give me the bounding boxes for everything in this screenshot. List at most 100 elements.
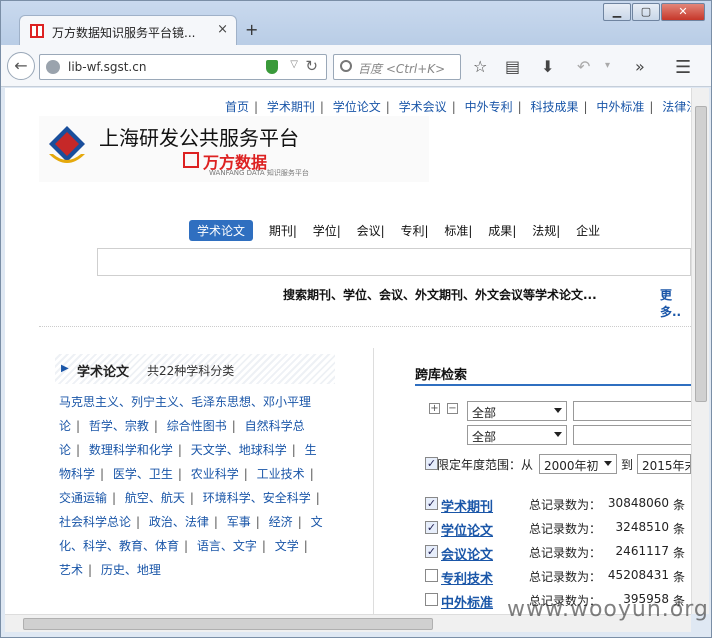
subject-link[interactable]: 哲学、宗教 <box>89 419 149 433</box>
db-checkbox-theses[interactable]: ✓ <box>425 521 438 534</box>
tab-standards[interactable]: 标准| <box>444 222 472 239</box>
subject-link[interactable]: 文学 <box>275 539 299 553</box>
db-checkbox-conference[interactable]: ✓ <box>425 545 438 558</box>
platform-logo-icon <box>49 126 85 163</box>
subject-link[interactable]: 历史、地理 <box>101 563 161 577</box>
watermark: www.wooyun.org <box>507 597 709 622</box>
subject-link[interactable]: 社会科学总论 <box>59 515 131 529</box>
globe-icon <box>46 60 60 74</box>
add-row-icon[interactable]: + <box>429 403 440 414</box>
tab-journals[interactable]: 期刊| <box>269 222 297 239</box>
remove-row-icon[interactable]: − <box>447 403 458 414</box>
address-bar[interactable]: lib-wf.sgst.cn ▽ ↻ <box>39 54 327 80</box>
count-label: 总记录数为： <box>529 522 602 536</box>
subject-link[interactable]: 工业技术 <box>257 467 305 481</box>
tab-close-icon[interactable]: × <box>217 22 228 37</box>
browser-window: 万方数据知识服务平台镜... × + ▁ ▢ ✕ ← lib-wf.sgst.c… <box>0 0 712 638</box>
bookmark-star-icon[interactable]: ☆ <box>473 57 487 76</box>
db-name-theses[interactable]: 学位论文 <box>441 520 493 539</box>
minimize-button[interactable]: ▁ <box>603 3 631 21</box>
db-checkbox-patents[interactable] <box>425 569 438 582</box>
tab-companies[interactable]: 企业 <box>576 222 600 239</box>
search-term-input-2[interactable] <box>573 425 691 445</box>
more-link[interactable]: 更多.. <box>660 286 691 320</box>
tab-patents[interactable]: 专利| <box>401 222 429 239</box>
subject-panel-title: 学术论文 <box>77 365 130 380</box>
db-name-standards[interactable]: 中外标准 <box>441 592 493 611</box>
search-placeholder: 百度 <Ctrl+K> <box>358 62 446 76</box>
maximize-button[interactable]: ▢ <box>632 3 660 21</box>
tab-conferences[interactable]: 会议| <box>357 222 385 239</box>
subject-link[interactable]: 交通运输 <box>59 491 107 505</box>
toplink-journals[interactable]: 学术期刊 <box>267 98 315 115</box>
db-checkbox-journals[interactable]: ✓ <box>425 497 438 510</box>
year-from-select[interactable]: 2000年初 <box>539 454 617 474</box>
unit-label: 条 <box>673 570 686 584</box>
toplink-standards[interactable]: 中外标准 <box>596 98 644 115</box>
subject-link[interactable]: 医学、卫生 <box>113 467 173 481</box>
field-select-2[interactable]: 全部 <box>467 425 567 445</box>
subject-link[interactable]: 艺术 <box>59 563 83 577</box>
close-window-button[interactable]: ✕ <box>661 3 705 21</box>
db-name-journals[interactable]: 学术期刊 <box>441 496 493 515</box>
year-range-label: 限定年度范围：从 <box>437 458 534 472</box>
main-search-input[interactable] <box>97 248 691 276</box>
db-checkbox-standards[interactable] <box>425 593 438 606</box>
field-select-1[interactable]: 全部 <box>467 401 567 421</box>
toplink-patents[interactable]: 中外专利 <box>465 98 513 115</box>
menu-icon[interactable]: ☰ <box>675 57 691 78</box>
toplink-achievements[interactable]: 科技成果 <box>530 98 578 115</box>
tab-laws[interactable]: 法规| <box>532 222 560 239</box>
back-button[interactable]: ← <box>7 52 35 80</box>
unit-label: 条 <box>673 546 686 560</box>
subject-link[interactable]: 综合性图书 <box>167 419 227 433</box>
vertical-scrollbar[interactable] <box>691 88 709 614</box>
subject-link[interactable]: 数理科学和化学 <box>89 443 173 457</box>
web-search-box[interactable]: 百度 <Ctrl+K> <box>333 54 461 80</box>
toplink-laws[interactable]: 法律法规 <box>662 98 691 115</box>
new-tab-button[interactable]: + <box>245 20 258 39</box>
reload-icon[interactable]: ↻ <box>305 57 318 75</box>
browser-tab[interactable]: 万方数据知识服务平台镜... × <box>19 15 237 45</box>
undo-dropdown-icon[interactable]: ▾ <box>605 60 610 71</box>
year-to-label: 到 <box>621 458 634 472</box>
wanfang-subtitle: WANFANG DATA 知识服务平台 <box>209 169 309 177</box>
shield-icon[interactable] <box>266 60 278 74</box>
tab-achievements[interactable]: 成果| <box>488 222 516 239</box>
tab-academic-papers[interactable]: 学术论文 <box>189 220 254 241</box>
tab-degrees[interactable]: 学位| <box>313 222 341 239</box>
subject-link[interactable]: 语言、文字 <box>197 539 257 553</box>
toplink-conferences[interactable]: 学术会议 <box>399 98 447 115</box>
count-label: 总记录数为： <box>529 546 602 560</box>
undo-icon[interactable]: ↶ <box>577 57 590 76</box>
dropdown-arrow-icon[interactable]: ▽ <box>290 59 298 70</box>
subject-link[interactable]: 环境科学、安全科学 <box>203 491 311 505</box>
download-icon[interactable]: ⬇ <box>541 57 554 76</box>
subject-link[interactable]: 农业科学 <box>191 467 239 481</box>
subject-link[interactable]: 天文学、地球科学 <box>191 443 287 457</box>
subject-panel-header: ▶ 学术论文 共22种学科分类 <box>55 354 335 384</box>
chevron-down-icon <box>554 408 562 413</box>
chevron-down-icon <box>554 432 562 437</box>
category-tabs: 学术论文 期刊| 学位| 会议| 专利| 标准| 成果| 法规| 企业 <box>189 220 612 241</box>
site-title: 上海研发公共服务平台 <box>99 126 299 150</box>
db-name-conference[interactable]: 会议论文 <box>441 544 493 563</box>
subject-link[interactable]: 军事 <box>227 515 251 529</box>
subject-link[interactable]: 经济 <box>269 515 293 529</box>
subject-link[interactable]: 政治、法律 <box>149 515 209 529</box>
db-count-conference: 2461117 <box>615 544 669 558</box>
year-to-select[interactable]: 2015年末 <box>637 454 691 474</box>
toplink-home[interactable]: 首页 <box>225 98 249 115</box>
count-label: 总记录数为： <box>529 570 602 584</box>
window-controls: ▁ ▢ ✕ <box>602 3 705 21</box>
reading-list-icon[interactable]: ▤ <box>505 57 520 76</box>
horizontal-scroll-thumb[interactable] <box>23 618 433 630</box>
overflow-chevron-icon[interactable]: » <box>635 57 645 76</box>
top-links: 首页 | 学术期刊 | 学位论文 | 学术会议 | 中外专利 | 科技成果 | 中外标准 | … <box>225 98 691 115</box>
toplink-theses[interactable]: 学位论文 <box>333 98 381 115</box>
search-term-input-1[interactable] <box>573 401 691 421</box>
subject-link[interactable]: 航空、航天 <box>125 491 185 505</box>
cross-search-title: 跨库检索 <box>415 368 468 383</box>
vertical-scroll-thumb[interactable] <box>695 106 707 402</box>
db-name-patents[interactable]: 专利技术 <box>441 568 493 587</box>
